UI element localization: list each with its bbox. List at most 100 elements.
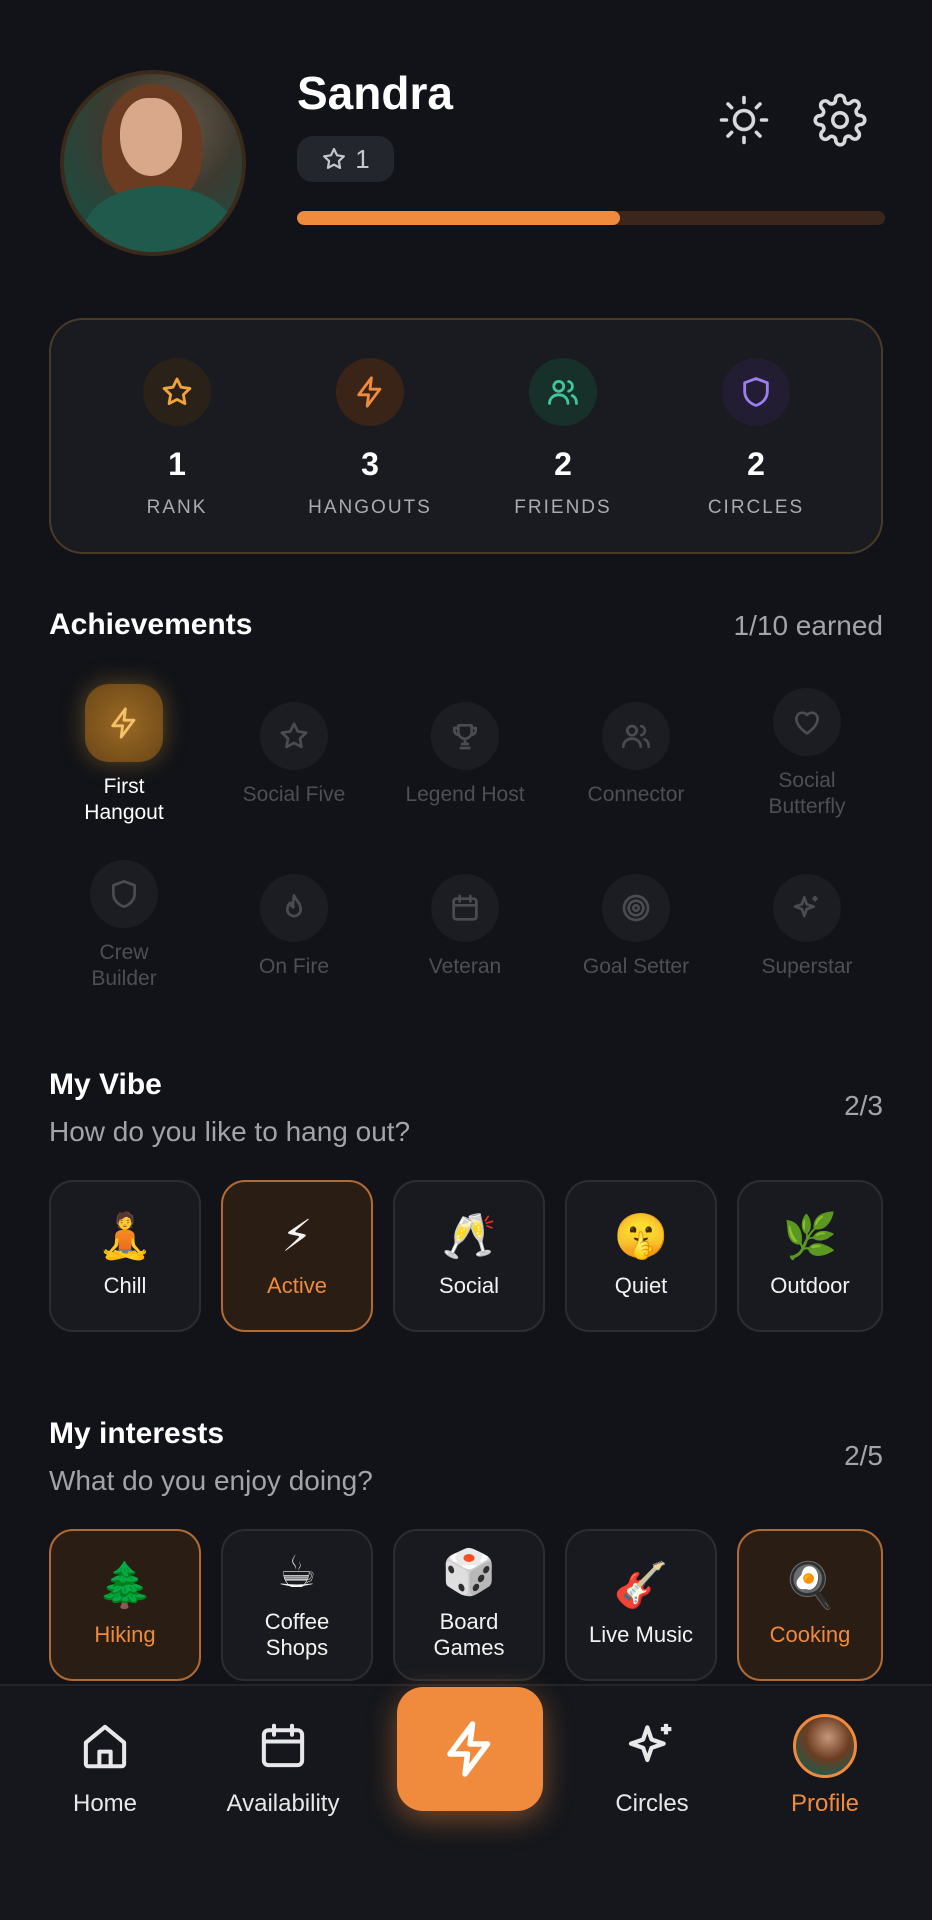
vibe-chip-social[interactable]: 🥂 Social bbox=[393, 1180, 545, 1332]
achievement-on-fire[interactable]: On Fire bbox=[209, 874, 379, 980]
stat-rank-value: 1 bbox=[168, 446, 186, 482]
user-name: Sandra bbox=[297, 67, 453, 119]
shield-icon bbox=[743, 377, 769, 407]
nav-profile[interactable]: Profile bbox=[740, 1714, 910, 1818]
rank-badge: 1 bbox=[297, 136, 394, 182]
level-progress-fill bbox=[297, 211, 621, 225]
users-icon bbox=[622, 724, 650, 748]
achievement-icon-wrap bbox=[85, 684, 163, 762]
coffee-icon: ☕ bbox=[277, 1548, 317, 1597]
interest-chip-board-games[interactable]: 🎲 Board Games bbox=[393, 1529, 545, 1681]
vibe-chip-label: Active bbox=[267, 1273, 327, 1298]
champagne-icon: 🥂 bbox=[441, 1212, 497, 1261]
achievement-name: Legend Host bbox=[405, 783, 525, 806]
vibe-chip-label: Social bbox=[439, 1273, 499, 1298]
interest-chip-coffee-shops[interactable]: ☕ Coffee Shops bbox=[221, 1529, 373, 1681]
dice-icon: 🎲 bbox=[441, 1548, 497, 1597]
vibe-count: 2/3 bbox=[844, 1090, 883, 1121]
meditation-icon: 🧘 bbox=[97, 1212, 153, 1261]
stat-rank-icon-wrap bbox=[143, 358, 211, 426]
calendar-icon bbox=[261, 1723, 305, 1768]
achievement-social-five[interactable]: Social Five bbox=[209, 702, 379, 808]
achievement-name: Goal Setter bbox=[582, 955, 690, 978]
achievement-legend-host[interactable]: Legend Host bbox=[380, 702, 550, 808]
achievement-connector[interactable]: Connector bbox=[551, 702, 721, 808]
nav-availability[interactable]: Availability bbox=[198, 1716, 368, 1818]
achievement-crew-builder[interactable]: Crew Builder bbox=[39, 860, 209, 992]
stat-rank: 1 RANK bbox=[87, 358, 267, 519]
guitar-icon: 🎸 bbox=[613, 1561, 669, 1610]
herb-icon: 🌿 bbox=[782, 1212, 838, 1261]
trophy-icon bbox=[453, 724, 477, 750]
stat-hangouts-label: HANGOUTS bbox=[308, 497, 432, 518]
stat-friends-value: 2 bbox=[554, 446, 572, 482]
vibe-chip-outdoor[interactable]: 🌿 Outdoor bbox=[737, 1180, 883, 1332]
sparkle-icon bbox=[793, 896, 818, 918]
profile-avatar[interactable] bbox=[60, 70, 246, 256]
users-icon bbox=[548, 379, 578, 405]
interest-chip-cooking[interactable]: 🍳 Cooking bbox=[737, 1529, 883, 1681]
stat-circles-label: CIRCLES bbox=[707, 497, 805, 518]
vibe-chip-label: Chill bbox=[103, 1273, 147, 1298]
vibe-chip-quiet[interactable]: 🤫 Quiet bbox=[565, 1180, 717, 1332]
settings-button[interactable] bbox=[812, 92, 868, 148]
heart-icon bbox=[795, 711, 819, 735]
achievement-veteran[interactable]: Veteran bbox=[380, 874, 550, 980]
bolt-icon bbox=[111, 707, 136, 739]
rank-badge-value: 1 bbox=[355, 143, 370, 174]
calendar-icon bbox=[452, 894, 478, 921]
achievement-name: Connector bbox=[587, 783, 685, 806]
level-progress-bar bbox=[297, 211, 885, 225]
sun-icon bbox=[719, 95, 769, 145]
achievement-goal-setter[interactable]: Goal Setter bbox=[551, 874, 721, 980]
quick-hangout-button[interactable] bbox=[397, 1687, 543, 1811]
stat-friends-icon-wrap bbox=[529, 358, 597, 426]
achievement-name: Veteran bbox=[428, 955, 502, 978]
interests-count: 2/5 bbox=[844, 1440, 883, 1471]
stat-friends-label: FRIENDS bbox=[514, 497, 612, 518]
bolt-icon bbox=[357, 376, 382, 408]
achievement-icon-wrap bbox=[90, 860, 158, 928]
nav-circles-label: Circles bbox=[615, 1790, 689, 1817]
theme-toggle-button[interactable] bbox=[716, 92, 772, 148]
vibe-chip-label: Quiet bbox=[614, 1273, 668, 1298]
achievement-icon-wrap bbox=[431, 702, 499, 770]
star-icon bbox=[280, 722, 308, 749]
achievement-icon-wrap bbox=[773, 874, 841, 942]
achievement-name: Social Five bbox=[242, 783, 346, 806]
stat-circles: 2 CIRCLES bbox=[666, 358, 846, 519]
achievement-first-hangout[interactable]: First Hangout bbox=[39, 684, 209, 826]
nav-home[interactable]: Home bbox=[20, 1716, 190, 1818]
stat-hangouts-icon-wrap bbox=[336, 358, 404, 426]
achievements-title: Achievements bbox=[49, 608, 253, 641]
interest-chip-hiking[interactable]: 🌲 Hiking bbox=[49, 1529, 201, 1681]
achievement-icon-wrap bbox=[260, 702, 328, 770]
achievement-icon-wrap bbox=[773, 688, 841, 756]
achievement-icon-wrap bbox=[602, 874, 670, 942]
achievement-icon-wrap bbox=[260, 874, 328, 942]
achievement-name: Superstar bbox=[761, 955, 853, 978]
shush-icon: 🤫 bbox=[613, 1212, 669, 1261]
stat-friends: 2 FRIENDS bbox=[473, 358, 653, 519]
achievement-name: Crew Builder bbox=[91, 941, 157, 990]
stat-circles-value: 2 bbox=[747, 446, 765, 482]
vibe-chip-chill[interactable]: 🧘 Chill bbox=[49, 1180, 201, 1332]
nav-home-label: Home bbox=[72, 1790, 138, 1817]
vibe-title: My Vibe bbox=[49, 1068, 162, 1101]
interest-chip-live-music[interactable]: 🎸 Live Music bbox=[565, 1529, 717, 1681]
achievement-social-butterfly[interactable]: Social Butterfly bbox=[722, 688, 892, 820]
home-icon bbox=[83, 1724, 127, 1769]
vibe-chip-active[interactable]: ⚡ Active bbox=[221, 1180, 373, 1332]
achievement-superstar[interactable]: Superstar bbox=[722, 874, 892, 980]
nav-circles[interactable]: Circles bbox=[567, 1716, 737, 1818]
stat-hangouts-value: 3 bbox=[361, 446, 379, 482]
interest-chip-label: Coffee Shops bbox=[264, 1609, 330, 1660]
interest-chip-label: Hiking bbox=[94, 1622, 156, 1647]
stat-rank-label: RANK bbox=[146, 497, 208, 518]
shield-icon bbox=[112, 880, 136, 908]
achievements-count: 1/10 earned bbox=[733, 610, 883, 641]
stat-circles-icon-wrap bbox=[722, 358, 790, 426]
achievement-name: On Fire bbox=[258, 955, 329, 978]
star-icon bbox=[323, 147, 346, 169]
vibe-subtitle: How do you like to hang out? bbox=[49, 1116, 411, 1147]
